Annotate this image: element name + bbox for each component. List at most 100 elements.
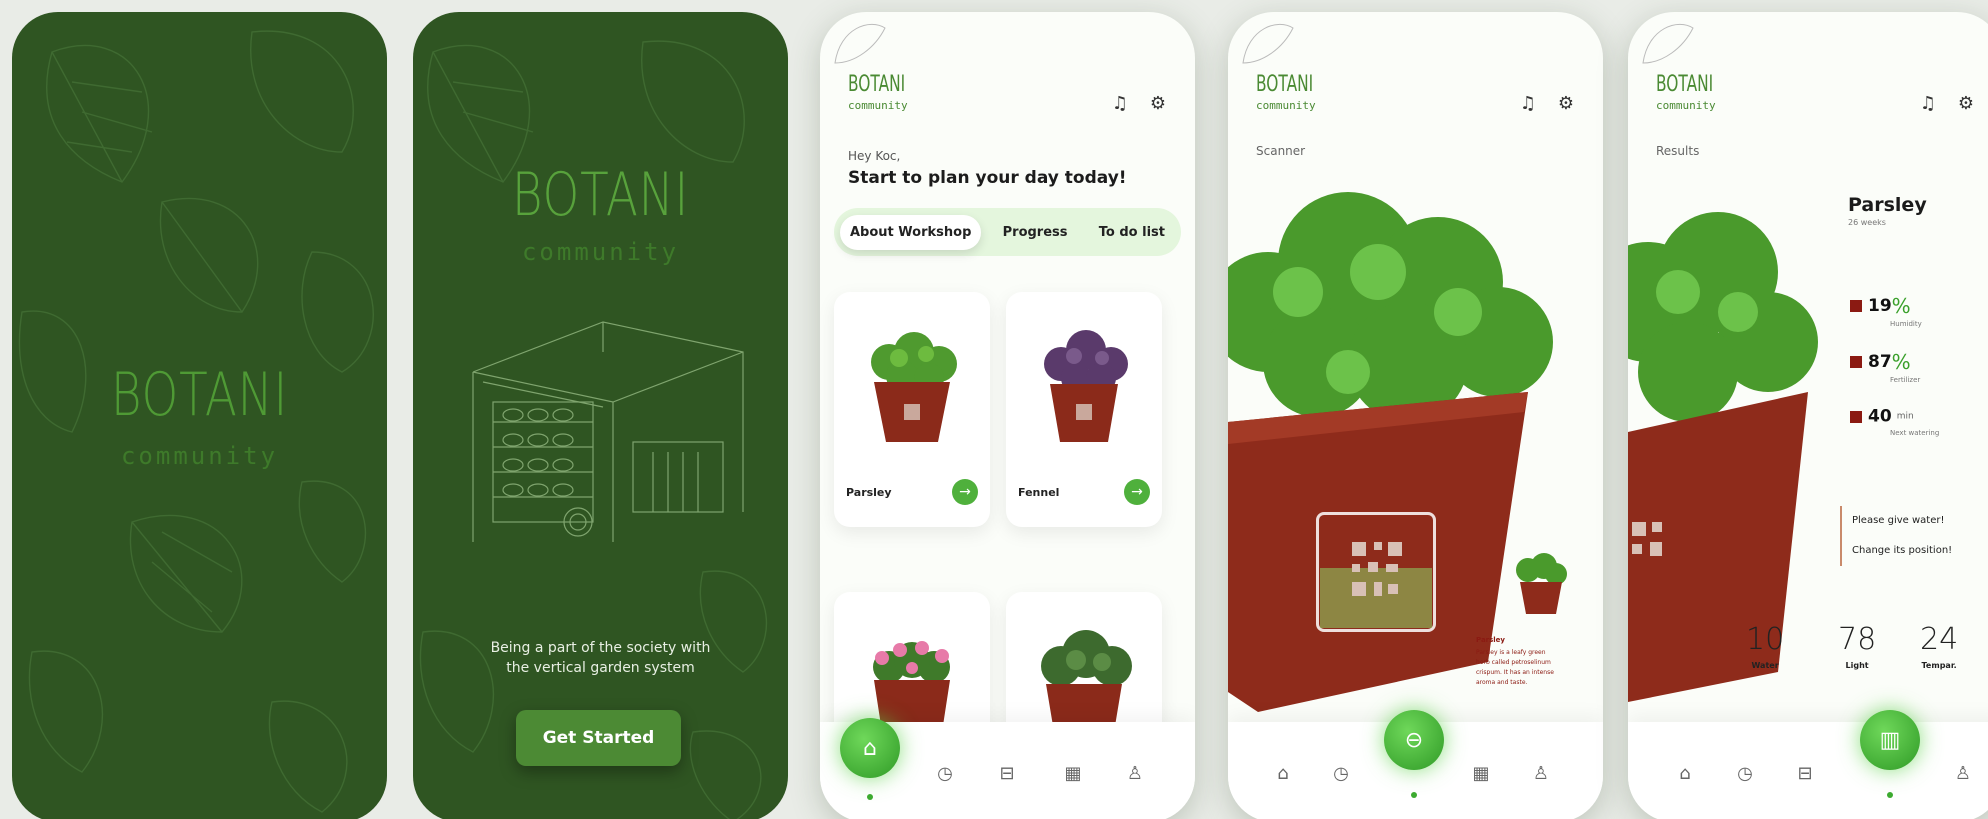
results-screen: BOTANI community ♫ ⚙ Results Parsley 26 … <box>1628 12 1988 819</box>
stat-value: 40 <box>1868 406 1892 427</box>
stat-fertilizer: 87% Fertilizer <box>1850 350 1920 384</box>
parsley-result-image <box>1628 212 1818 702</box>
alert-position: Change its position! <box>1852 545 1953 556</box>
stat-caption: Humidity <box>1890 320 1922 328</box>
active-indicator <box>1887 792 1893 798</box>
plant-card-fennel[interactable]: Fennel → <box>1006 292 1162 527</box>
metric-temperature: 24 Tempar. <box>1920 622 1958 670</box>
stat-value: 87 <box>1868 352 1892 372</box>
header-actions: ♫ ⚙ <box>1109 92 1169 114</box>
tagline-line-2: the vertical garden system <box>506 660 695 676</box>
stat-humidity: 19% Humidity <box>1850 294 1922 328</box>
onboarding-logo: BOTANI <box>511 160 690 230</box>
stat-caption: Next watering <box>1890 428 1940 437</box>
tab-to-do-list[interactable]: To do list <box>1089 215 1175 250</box>
brand-name: BOTANI <box>1656 72 1714 97</box>
leaf-corner-decoration <box>1242 23 1294 64</box>
home-screen: BOTANI community ♫ ⚙ Hey Koc, Start to p… <box>820 12 1195 819</box>
metric-caption: Water <box>1751 661 1779 670</box>
scan-icon[interactable]: ⊖ <box>1384 710 1444 770</box>
scanner-screen: BOTANI community ♫ ⚙ Scanner Parsley Par… <box>1228 12 1603 819</box>
care-alerts: Please give water! Change its position! <box>1840 506 1952 566</box>
profile-icon[interactable]: ♙ <box>1122 760 1148 786</box>
onboarding-screen: BOTANI community Being a part of the soc… <box>413 12 788 819</box>
gear-icon[interactable]: ⚙ <box>1555 92 1577 114</box>
gear-icon[interactable]: ⚙ <box>1147 92 1169 114</box>
stat-unit: % <box>1891 350 1911 374</box>
bell-icon[interactable]: ♫ <box>1517 92 1539 114</box>
greeting-text: Hey Koc, <box>848 149 901 163</box>
metric-value: 10 <box>1746 622 1785 657</box>
active-indicator <box>867 794 873 800</box>
stat-next-watering: 40 min Next watering <box>1850 406 1939 437</box>
header-actions: ♫ ⚙ <box>1517 92 1577 114</box>
stat-marker <box>1850 356 1862 368</box>
page-headline: Start to plan your day today! <box>848 168 1127 188</box>
header-actions: ♫ ⚙ <box>1917 92 1977 114</box>
chart-icon[interactable]: ▦ <box>1060 760 1086 786</box>
splash-logo-sub: community <box>120 442 279 470</box>
card-label: Parsley <box>846 486 892 499</box>
screen-title: Results <box>1656 144 1700 158</box>
vertical-garden-illustration <box>472 321 744 542</box>
metric-water: 10 Water <box>1746 622 1784 670</box>
home-icon[interactable]: ⌂ <box>1672 760 1698 786</box>
scan-icon[interactable]: ⊟ <box>994 760 1020 786</box>
clock-icon[interactable]: ◷ <box>1328 760 1354 786</box>
splash-screen: BOTANI community <box>12 12 387 819</box>
profile-icon[interactable]: ♙ <box>1528 760 1554 786</box>
brand-name: BOTANI <box>1256 72 1314 97</box>
clock-icon[interactable]: ◷ <box>932 760 958 786</box>
brand-sub: community <box>1256 99 1316 112</box>
stat-unit: min <box>1896 411 1914 422</box>
bell-icon[interactable]: ♫ <box>1917 92 1939 114</box>
onboarding-logo-sub: community <box>521 238 680 266</box>
plant-card-parsley[interactable]: Parsley → <box>834 292 990 527</box>
metric-caption: Tempar. <box>1921 661 1957 670</box>
brand-name: BOTANI <box>848 72 906 97</box>
tab-bar: About Workshop Progress To do list <box>834 208 1181 256</box>
onboarding-tagline: Being a part of the society with the ver… <box>453 638 748 678</box>
fennel-pot-image <box>1044 330 1128 442</box>
leaf-corner-decoration <box>1642 23 1694 64</box>
stat-value: 19 <box>1868 296 1892 316</box>
leaf-corner-decoration <box>834 23 886 64</box>
stat-marker <box>1850 300 1862 312</box>
home-icon[interactable]: ⌂ <box>1270 760 1296 786</box>
bottom-nav: ⌂ ◷ ⊟ ♙ <box>1628 722 1988 819</box>
metric-value: 78 <box>1838 622 1877 657</box>
metric-value: 24 <box>1920 622 1959 657</box>
stat-unit: % <box>1891 294 1911 318</box>
brand-logo: BOTANI community <box>848 72 930 112</box>
brand-logo: BOTANI community <box>1656 72 1738 112</box>
qr-code-icon <box>1352 542 1402 596</box>
brand-sub: community <box>1656 99 1716 112</box>
screen-title: Scanner <box>1256 144 1306 158</box>
tab-about-workshop[interactable]: About Workshop <box>840 214 982 250</box>
profile-icon[interactable]: ♙ <box>1950 760 1976 786</box>
card-label: Fennel <box>1018 486 1060 499</box>
plant-name: Parsley <box>1848 194 1927 216</box>
home-icon[interactable]: ⌂ <box>840 718 900 778</box>
brand-sub: community <box>848 99 908 112</box>
arrow-right-icon[interactable]: → <box>952 479 978 505</box>
chart-icon[interactable]: ▦ <box>1468 760 1494 786</box>
brand-logo: BOTANI community <box>1256 72 1338 112</box>
scan-icon[interactable]: ⊟ <box>1792 760 1818 786</box>
clock-icon[interactable]: ◷ <box>1732 760 1758 786</box>
get-started-button[interactable]: Get Started <box>516 710 681 766</box>
metric-caption: Light <box>1845 661 1869 670</box>
stat-caption: Fertilizer <box>1890 376 1921 384</box>
bell-icon[interactable]: ♫ <box>1109 92 1131 114</box>
active-indicator <box>1411 792 1417 798</box>
arrow-right-icon[interactable]: → <box>1124 479 1150 505</box>
chart-icon[interactable]: ▥ <box>1860 710 1920 770</box>
small-parsley-thumbnail <box>1516 553 1567 614</box>
info-title: Parsley <box>1476 636 1505 644</box>
gear-icon[interactable]: ⚙ <box>1955 92 1977 114</box>
info-body: Parsley is a leafy green herb called pet… <box>1476 649 1554 686</box>
plant-age: 26 weeks <box>1848 218 1886 227</box>
tab-progress[interactable]: Progress <box>993 215 1078 250</box>
splash-logo: BOTANI <box>110 360 289 430</box>
parsley-pot-image <box>871 332 957 442</box>
